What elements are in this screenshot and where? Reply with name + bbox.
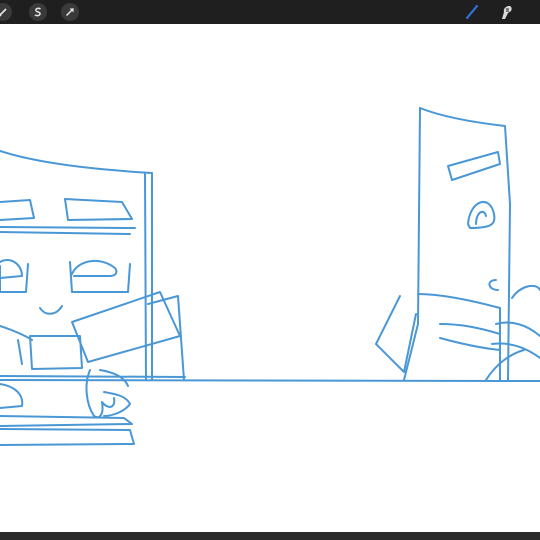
transform-icon: [65, 7, 75, 17]
selection-icon: [34, 7, 41, 17]
transform-button[interactable]: [61, 3, 79, 21]
adjustments-button[interactable]: [0, 3, 12, 21]
adjustments-icon: [0, 8, 7, 17]
top-toolbar: [0, 0, 540, 24]
brush-tool-button[interactable]: [462, 2, 482, 22]
sketch-drawing: [0, 107, 540, 446]
bottom-bar: [0, 532, 540, 540]
smudge-tool-button[interactable]: [496, 2, 516, 22]
brush-icon: [465, 4, 479, 20]
selection-button[interactable]: [29, 3, 47, 21]
drawing-canvas[interactable]: [0, 24, 540, 532]
smudge-icon: [502, 6, 512, 19]
